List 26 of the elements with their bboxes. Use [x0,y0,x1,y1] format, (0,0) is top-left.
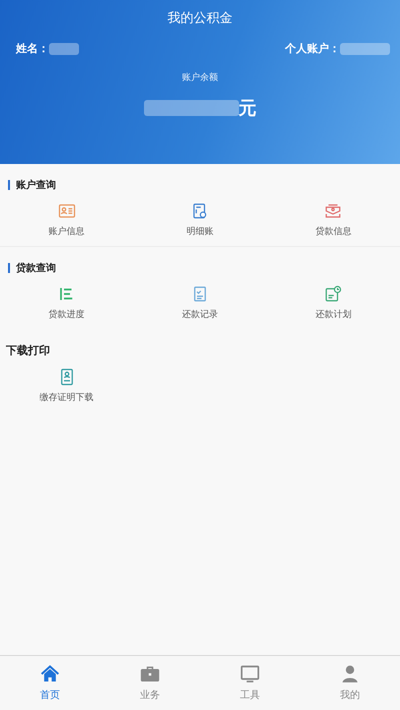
home-icon [38,664,62,684]
section-title: 账户查询 [16,178,56,192]
menu-item[interactable]: 明细账 [133,202,267,238]
section-title: 下载打印 [6,343,50,358]
clock-document-icon [324,285,342,303]
document-icon [190,202,209,220]
id-card-icon [58,202,76,220]
section-marker [8,263,10,273]
page-title: 我的公积金 [168,10,232,27]
masked-value [49,42,79,54]
name-label: 姓名： [16,41,49,56]
section-title: 贷款查询 [16,262,56,275]
menu-item[interactable]: 还款记录 [133,285,267,321]
menu-item[interactable]: 贷款信息 [266,202,400,238]
tab[interactable]: 首页 [0,656,100,710]
menu-item[interactable]: 贷款进度 [0,285,134,321]
balance-label: 账户余额 [182,72,218,84]
menu-item[interactable]: 账户信息 [0,202,134,238]
currency-unit: 元 [238,97,256,120]
menu-item[interactable]: 还款计划 [266,285,400,321]
monitor-icon [238,664,262,684]
account-label: 个人账户： [285,41,340,56]
menu-item[interactable]: 缴存证明下载 [0,368,134,404]
briefcase-icon [138,664,162,684]
masked-value [340,42,390,54]
section-marker [8,180,10,190]
